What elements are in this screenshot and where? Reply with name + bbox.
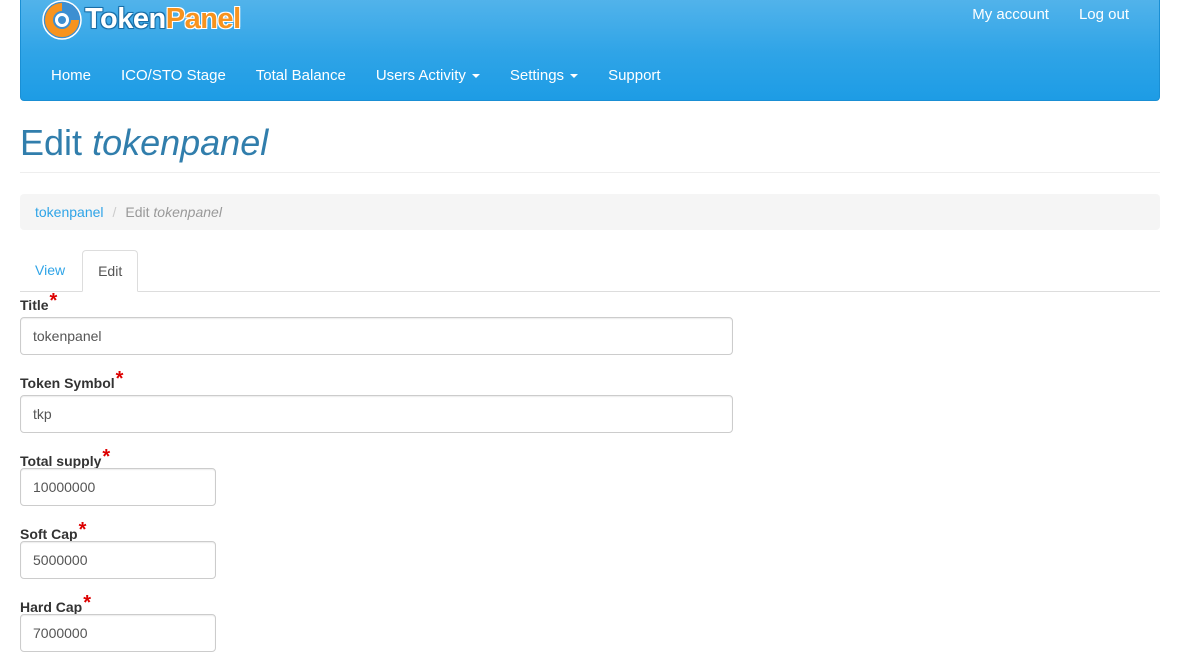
title-input[interactable] (20, 317, 733, 355)
log-out-link[interactable]: Log out (1079, 6, 1129, 23)
logo-panel-text: Panel (165, 2, 241, 35)
brand-logo[interactable]: TokenPanel (41, 0, 241, 42)
breadcrumb-current: Edit tokenpanel (125, 204, 222, 220)
breadcrumb: tokenpanel / Edit tokenpanel (20, 194, 1160, 230)
hard-cap-input[interactable] (20, 614, 216, 652)
nav-support[interactable]: Support (608, 67, 661, 84)
total-supply-label-text: Total supply (20, 453, 102, 469)
page-title: Edit tokenpanel (20, 120, 1160, 173)
tab-edit[interactable]: Edit (82, 250, 139, 292)
breadcrumb-parent-link[interactable]: tokenpanel (35, 204, 104, 220)
nav-settings-dropdown[interactable]: Settings (509, 67, 579, 84)
soft-cap-input[interactable] (20, 541, 216, 579)
account-links: My account Log out (972, 6, 1129, 23)
page-title-name: tokenpanel (92, 122, 269, 163)
nav-users-activity-dropdown[interactable]: Users Activity (376, 67, 480, 84)
page-title-prefix: Edit (20, 122, 83, 163)
token-symbol-input[interactable] (20, 395, 733, 433)
nav-ico-sto-stage-label: ICO/STO Stage (121, 67, 226, 84)
top-navbar: TokenPanel My account Log out Home ICO/S… (20, 0, 1160, 101)
caret-down-icon (570, 73, 579, 78)
main-nav: Home ICO/STO Stage Total Balance Users A… (51, 67, 661, 84)
required-asterisk: * (83, 592, 92, 614)
total-supply-input[interactable] (20, 468, 216, 506)
nav-settings-label: Settings (509, 67, 565, 84)
breadcrumb-separator: / (112, 204, 117, 220)
nav-total-balance-label: Total Balance (255, 67, 346, 84)
title-label-text: Title (20, 297, 49, 313)
token-symbol-label: Token Symbol* (20, 368, 124, 394)
required-asterisk: * (78, 519, 87, 541)
logo-swirl-icon (42, 0, 82, 40)
view-edit-tabs: View Edit (20, 250, 1160, 292)
nav-support-label: Support (608, 67, 661, 84)
breadcrumb-current-prefix: Edit (125, 204, 150, 220)
required-asterisk: * (115, 368, 124, 390)
required-asterisk: * (102, 446, 111, 468)
logo-token-text: Token (85, 2, 166, 35)
nav-users-activity-label: Users Activity (375, 67, 466, 84)
title-label: Title* (20, 290, 58, 316)
breadcrumb-current-name: tokenpanel (153, 204, 222, 220)
tab-view[interactable]: View (20, 250, 80, 291)
soft-cap-label-text: Soft Cap (20, 526, 78, 542)
required-asterisk: * (49, 290, 58, 312)
nav-home-label: Home (51, 67, 92, 84)
hard-cap-label-text: Hard Cap (20, 599, 83, 615)
nav-home[interactable]: Home (51, 67, 91, 84)
token-symbol-label-text: Token Symbol (20, 375, 115, 391)
nav-total-balance[interactable]: Total Balance (256, 67, 346, 84)
nav-ico-sto-stage[interactable]: ICO/STO Stage (121, 67, 226, 84)
logo-wordmark: TokenPanel (85, 2, 241, 35)
caret-down-icon (471, 73, 480, 78)
my-account-link[interactable]: My account (972, 6, 1049, 23)
